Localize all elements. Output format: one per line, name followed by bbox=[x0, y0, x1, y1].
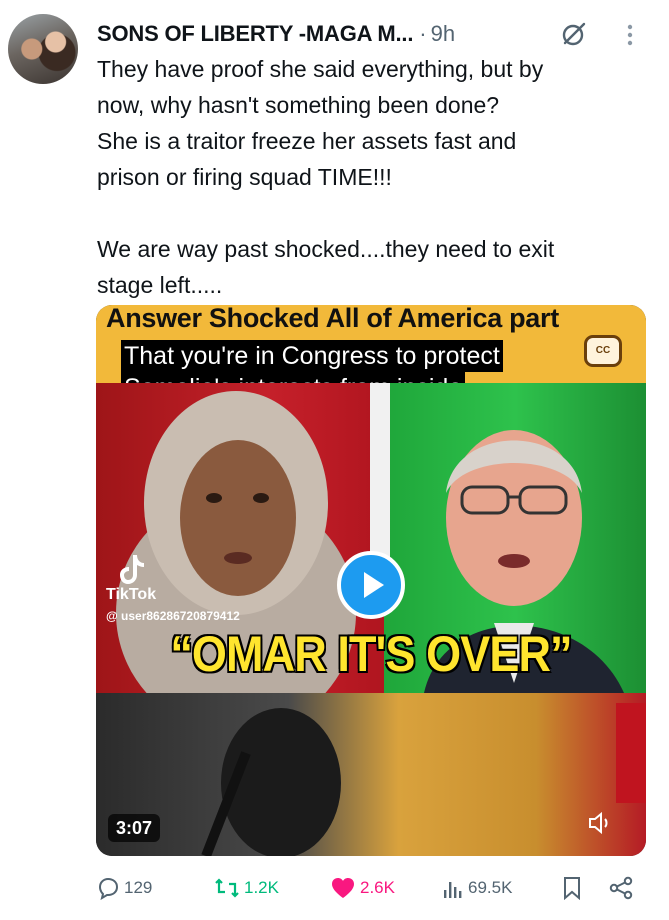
like-button[interactable]: 2.6K bbox=[330, 872, 395, 904]
play-button[interactable] bbox=[337, 551, 405, 619]
post-text-line: stage left..... bbox=[97, 272, 223, 298]
video-duration: 3:07 bbox=[108, 814, 161, 842]
video-banner-title: Answer Shocked All of America part bbox=[106, 305, 559, 333]
tiktok-username: @ user86286720879412 bbox=[106, 609, 240, 623]
views-icon bbox=[444, 882, 462, 898]
post-text-line: prison or firing squad TIME!!! bbox=[97, 164, 392, 190]
play-icon bbox=[364, 572, 384, 598]
like-count: 2.6K bbox=[360, 878, 395, 897]
grok-icon[interactable] bbox=[561, 21, 587, 47]
video-frame-lower bbox=[96, 693, 646, 856]
separator-dot: · bbox=[419, 21, 427, 46]
view-count: 69.5K bbox=[468, 878, 513, 897]
tiktok-icon bbox=[120, 555, 144, 584]
closed-caption-icon: CC bbox=[584, 335, 622, 367]
mute-icon[interactable] bbox=[586, 809, 614, 837]
repost-count: 1.2K bbox=[244, 878, 279, 897]
post-text: They have proof she said everything, but… bbox=[97, 51, 657, 303]
author-name[interactable]: SONS OF LIBERTY -MAGA M... bbox=[97, 21, 413, 47]
video-headline: “OMAR IT'S OVER” bbox=[170, 626, 572, 682]
repost-icon bbox=[215, 878, 239, 898]
repost-button[interactable]: 1.2K bbox=[214, 872, 279, 904]
post-header: SONS OF LIBERTY -MAGA M... · 9h bbox=[97, 18, 657, 50]
avatar[interactable] bbox=[8, 14, 78, 84]
microphone-illustration bbox=[201, 703, 646, 856]
share-icon[interactable] bbox=[608, 876, 634, 900]
action-bar: 129 1.2K 2.6K 69.5K bbox=[96, 872, 641, 904]
post-text-line: They have proof she said everything, but… bbox=[97, 56, 544, 82]
post-text-line: now, why hasn't something been done? bbox=[97, 92, 500, 118]
reply-button[interactable]: 129 bbox=[96, 872, 152, 904]
post-time[interactable]: 9h bbox=[431, 21, 455, 47]
bookmark-icon[interactable] bbox=[561, 876, 583, 900]
reply-icon bbox=[98, 877, 119, 900]
views-button[interactable]: 69.5K bbox=[442, 872, 512, 904]
tiktok-label: TikTok bbox=[106, 586, 157, 603]
reply-count: 129 bbox=[124, 878, 153, 897]
like-icon bbox=[332, 878, 354, 898]
more-icon[interactable] bbox=[625, 22, 635, 48]
video-caption-line: That you're in Congress to protect bbox=[121, 340, 503, 372]
video-media[interactable]: Answer Shocked All of America part That … bbox=[96, 305, 646, 856]
post-text-line: We are way past shocked....they need to … bbox=[97, 236, 555, 262]
post-text-line: She is a traitor freeze her assets fast … bbox=[97, 128, 517, 154]
